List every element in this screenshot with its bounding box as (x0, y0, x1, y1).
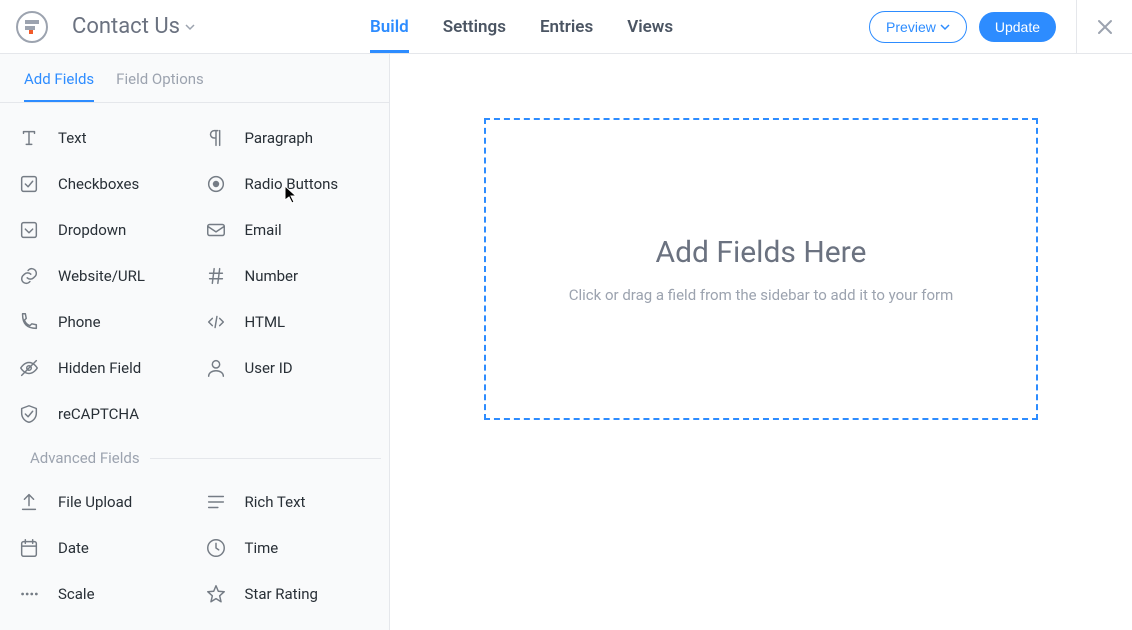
sidebar-tab-field-options[interactable]: Field Options (116, 70, 204, 102)
field-label: Email (245, 221, 282, 239)
fields-sidebar: Add Fields Field Options Text Paragraph Che… (0, 54, 390, 630)
chevron-down-icon (940, 22, 950, 32)
close-button[interactable] (1076, 0, 1132, 53)
richtext-icon (205, 491, 227, 513)
field-star[interactable]: Star Rating (195, 571, 382, 617)
field-label: Paragraph (245, 129, 314, 147)
preview-button[interactable]: Preview (869, 11, 967, 43)
upload-icon (18, 491, 40, 513)
tab-build[interactable]: Build (370, 0, 409, 53)
user-icon (205, 357, 227, 379)
field-richtext[interactable]: Rich Text (195, 479, 382, 525)
field-label: Scale (58, 585, 95, 603)
field-user[interactable]: User ID (195, 345, 382, 391)
field-label: User ID (245, 359, 293, 377)
field-label: File Upload (58, 493, 132, 511)
code-icon (205, 311, 227, 333)
form-title-dropdown[interactable]: Contact Us (72, 14, 196, 39)
hash-icon (205, 265, 227, 287)
scale-icon (18, 583, 40, 605)
field-label: Hidden Field (58, 359, 141, 377)
field-label: Rich Text (245, 493, 306, 511)
field-phone[interactable]: Phone (8, 299, 195, 345)
dropzone-title: Add Fields Here (656, 235, 867, 270)
field-label: Date (58, 539, 89, 557)
field-label: Number (245, 267, 299, 285)
link-icon (18, 265, 40, 287)
field-label: Checkboxes (58, 175, 139, 193)
paragraph-icon (205, 127, 227, 149)
field-text[interactable]: Text (8, 115, 195, 161)
field-scale[interactable]: Scale (8, 571, 195, 617)
field-date[interactable]: Date (8, 525, 195, 571)
field-hash[interactable]: Number (195, 253, 382, 299)
text-icon (18, 127, 40, 149)
app-logo[interactable] (16, 11, 48, 43)
field-label: Phone (58, 313, 101, 331)
form-dropzone[interactable]: Add Fields Here Click or drag a field fr… (484, 118, 1038, 420)
field-paragraph[interactable]: Paragraph (195, 115, 382, 161)
field-label: Dropdown (58, 221, 126, 239)
tab-entries[interactable]: Entries (540, 0, 593, 53)
field-email[interactable]: Email (195, 207, 382, 253)
form-title: Contact Us (72, 14, 180, 39)
field-dropdown[interactable]: Dropdown (8, 207, 195, 253)
field-label: reCAPTCHA (58, 405, 139, 423)
advanced-fields-divider: Advanced Fields (8, 437, 381, 479)
dropdown-icon (18, 219, 40, 241)
field-label: Text (58, 129, 87, 147)
form-canvas: Add Fields Here Click or drag a field fr… (390, 54, 1132, 630)
sidebar-tab-add-fields[interactable]: Add Fields (24, 70, 94, 102)
field-hidden[interactable]: Hidden Field (8, 345, 195, 391)
field-label: Website/URL (58, 267, 145, 285)
close-icon (1096, 18, 1114, 36)
radio-icon (205, 173, 227, 195)
email-icon (205, 219, 227, 241)
time-icon (205, 537, 227, 559)
checkbox-icon (18, 173, 40, 195)
field-link[interactable]: Website/URL (8, 253, 195, 299)
field-label: Star Rating (245, 585, 318, 603)
field-label: Radio Buttons (245, 175, 339, 193)
field-label: Time (245, 539, 279, 557)
field-label: HTML (245, 313, 286, 331)
field-upload[interactable]: File Upload (8, 479, 195, 525)
tab-settings[interactable]: Settings (443, 0, 506, 53)
shield-icon (18, 403, 40, 425)
field-radio[interactable]: Radio Buttons (195, 161, 382, 207)
field-checkbox[interactable]: Checkboxes (8, 161, 195, 207)
phone-icon (18, 311, 40, 333)
field-code[interactable]: HTML (195, 299, 382, 345)
hidden-icon (18, 357, 40, 379)
chevron-down-icon (184, 14, 196, 39)
date-icon (18, 537, 40, 559)
dropzone-subtitle: Click or drag a field from the sidebar t… (569, 286, 954, 304)
field-shield[interactable]: reCAPTCHA (8, 391, 195, 437)
tab-views[interactable]: Views (627, 0, 673, 53)
field-time[interactable]: Time (195, 525, 382, 571)
update-button[interactable]: Update (979, 12, 1056, 42)
star-icon (205, 583, 227, 605)
